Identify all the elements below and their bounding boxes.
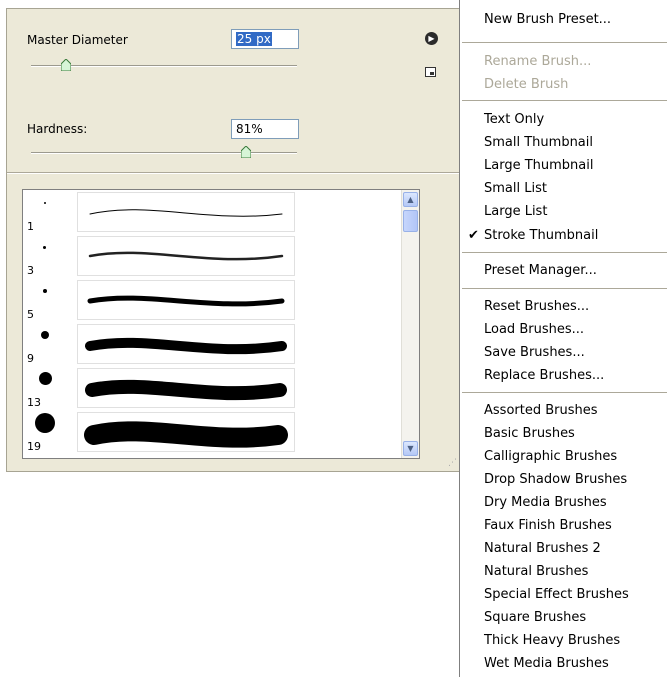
menu-item-brush-library[interactable]: Wet Media Brushes: [484, 656, 609, 671]
menu-item-reset-brushes[interactable]: Reset Brushes...: [484, 299, 589, 314]
master-diameter-slider-thumb[interactable]: [60, 59, 71, 71]
stroke-thumbnail: [77, 280, 295, 320]
menu-item-brush-library[interactable]: Square Brushes: [484, 610, 586, 625]
menu-item-brush-library[interactable]: Thick Heavy Brushes: [484, 633, 620, 648]
flyout-arrow-icon[interactable]: ▶: [425, 32, 438, 45]
brush-tip-preview: [41, 331, 49, 339]
hardness-label: Hardness:: [27, 122, 88, 136]
menu-item-preset-manager[interactable]: Preset Manager...: [484, 263, 597, 278]
brush-preset-item[interactable]: 9: [23, 322, 403, 365]
brush-size-label: 1: [27, 220, 34, 233]
stroke-thumbnail: [77, 324, 295, 364]
brush-picker-panel: Master Diameter 25 px ▶ Hardness: 81% 1 …: [6, 8, 462, 472]
menu-item-delete-brush: Delete Brush: [484, 77, 569, 92]
hardness-slider-track[interactable]: [31, 152, 297, 154]
brush-tip-preview: [43, 289, 47, 293]
brush-preset-item[interactable]: 19: [23, 410, 403, 453]
menu-item-brush-library[interactable]: Drop Shadow Brushes: [484, 472, 627, 487]
panel-divider: [7, 172, 461, 174]
menu-separator: [462, 252, 667, 253]
hardness-slider-thumb[interactable]: [241, 146, 252, 158]
menu-item-large-thumbnail[interactable]: Large Thumbnail: [484, 158, 593, 173]
brush-preset-item[interactable]: 13: [23, 366, 403, 409]
brush-tip-preview: [39, 372, 52, 385]
stroke-thumbnail: [77, 236, 295, 276]
menu-item-large-list[interactable]: Large List: [484, 204, 547, 219]
master-diameter-slider-track[interactable]: [31, 65, 297, 67]
brush-size-label: 9: [27, 352, 34, 365]
menu-item-small-thumbnail[interactable]: Small Thumbnail: [484, 135, 593, 150]
list-scrollbar[interactable]: ▲ ▼: [401, 190, 419, 458]
checkmark-icon: ✔: [468, 228, 479, 243]
menu-item-new-brush-preset[interactable]: New Brush Preset...: [484, 12, 611, 27]
scrollbar-thumb[interactable]: [403, 210, 418, 232]
brush-preset-item[interactable]: 1: [23, 190, 403, 233]
menu-item-brush-library[interactable]: Calligraphic Brushes: [484, 449, 617, 464]
menu-item-replace-brushes[interactable]: Replace Brushes...: [484, 368, 604, 383]
stroke-thumbnail: [77, 368, 295, 408]
menu-separator: [462, 288, 667, 289]
menu-item-text-only[interactable]: Text Only: [484, 112, 544, 127]
menu-item-brush-library[interactable]: Faux Finish Brushes: [484, 518, 612, 533]
master-diameter-input[interactable]: 25 px: [231, 29, 299, 49]
brush-tip-preview: [44, 202, 46, 204]
brush-preset-item[interactable]: 3: [23, 234, 403, 277]
menu-separator: [462, 392, 667, 393]
stroke-thumbnail: [77, 192, 295, 232]
hardness-input[interactable]: 81%: [231, 119, 299, 139]
menu-item-brush-library[interactable]: Basic Brushes: [484, 426, 575, 441]
menu-item-brush-library[interactable]: Natural Brushes 2: [484, 541, 601, 556]
menu-item-small-list[interactable]: Small List: [484, 181, 547, 196]
menu-item-brush-library[interactable]: Assorted Brushes: [484, 403, 598, 418]
new-preset-icon[interactable]: [425, 67, 436, 77]
brush-tip-preview: [43, 246, 46, 249]
brush-preset-item[interactable]: 5: [23, 278, 403, 321]
scroll-up-icon[interactable]: ▲: [403, 192, 418, 207]
master-diameter-label: Master Diameter: [27, 33, 128, 47]
brush-tip-preview: [35, 413, 55, 433]
menu-separator: [462, 42, 667, 43]
brush-preset-list[interactable]: 1 3 5 9 13 19 ▲ ▼: [22, 189, 420, 459]
brush-size-label: 5: [27, 308, 34, 321]
brush-size-label: 13: [27, 396, 41, 409]
brush-size-label: 3: [27, 264, 34, 277]
menu-item-load-brushes[interactable]: Load Brushes...: [484, 322, 584, 337]
resize-grip-icon[interactable]: ⋰: [448, 458, 458, 468]
menu-item-save-brushes[interactable]: Save Brushes...: [484, 345, 585, 360]
menu-item-rename-brush: Rename Brush...: [484, 54, 592, 69]
brush-size-label: 19: [27, 440, 41, 453]
stroke-thumbnail: [77, 412, 295, 452]
menu-item-brush-library[interactable]: Dry Media Brushes: [484, 495, 607, 510]
brush-panel-menu: New Brush Preset... Rename Brush... Dele…: [459, 0, 667, 677]
menu-separator: [462, 100, 667, 101]
scroll-down-icon[interactable]: ▼: [403, 441, 418, 456]
menu-item-brush-library[interactable]: Special Effect Brushes: [484, 587, 629, 602]
menu-item-brush-library[interactable]: Natural Brushes: [484, 564, 588, 579]
menu-item-stroke-thumbnail[interactable]: Stroke Thumbnail: [484, 228, 598, 243]
